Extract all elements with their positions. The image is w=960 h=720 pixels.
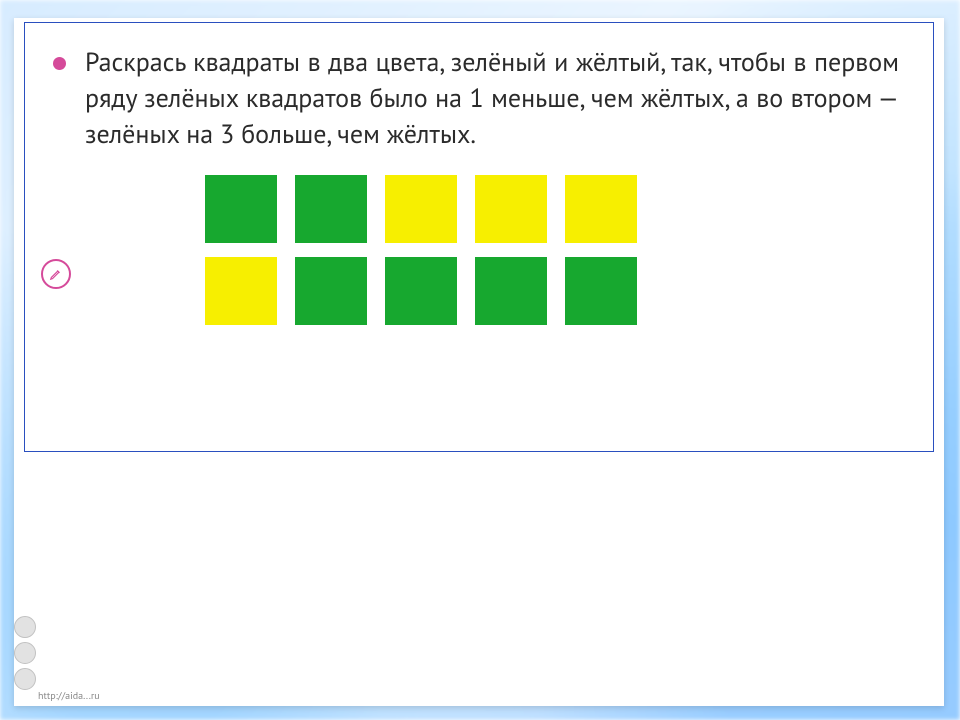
worksheet-sheet: Раскрась квадраты в два цвета, зелёный и… bbox=[24, 22, 934, 452]
grid-cell bbox=[205, 257, 277, 325]
task-text: Раскрась квадраты в два цвета, зелёный и… bbox=[85, 45, 899, 153]
grid-cell bbox=[565, 175, 637, 243]
grid-cell bbox=[295, 257, 367, 325]
grid-cell bbox=[475, 257, 547, 325]
slide: Раскрась квадраты в два цвета, зелёный и… bbox=[14, 18, 944, 706]
bullet-icon bbox=[53, 57, 66, 70]
squares-grid bbox=[205, 175, 899, 325]
grid-cell bbox=[385, 257, 457, 325]
grid-row bbox=[205, 257, 899, 325]
footer-url: http://aida...ru bbox=[38, 689, 100, 702]
grid-row bbox=[205, 175, 899, 243]
grid-cell bbox=[205, 175, 277, 243]
grid-cell bbox=[385, 175, 457, 243]
grid-cell bbox=[295, 175, 367, 243]
grid-cell bbox=[475, 175, 547, 243]
pencil-icon bbox=[41, 259, 71, 289]
grid-cell bbox=[565, 257, 637, 325]
